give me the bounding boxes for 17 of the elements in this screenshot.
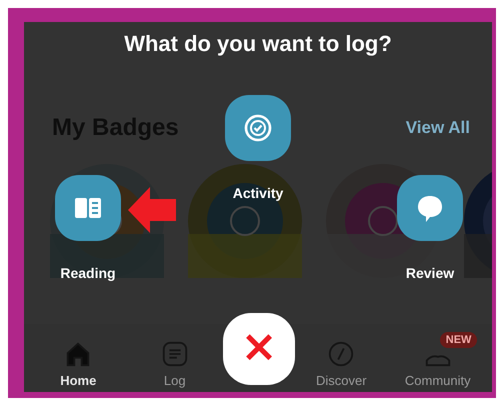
speech-bubble-icon bbox=[415, 193, 445, 223]
close-button[interactable]: × bbox=[223, 313, 295, 385]
reading-option-button[interactable] bbox=[55, 175, 121, 241]
review-option-button[interactable] bbox=[397, 175, 463, 241]
log-icon[interactable] bbox=[160, 340, 189, 368]
reading-label: Reading bbox=[59, 265, 117, 281]
nav-label[interactable]: Home bbox=[60, 373, 96, 388]
activity-label: Activity bbox=[232, 185, 284, 201]
new-badge: NEW bbox=[440, 332, 478, 348]
nav-label[interactable]: Community bbox=[404, 373, 471, 388]
nav-label[interactable]: Discover bbox=[316, 373, 367, 388]
activity-option-button[interactable] bbox=[225, 95, 291, 161]
review-label: Review bbox=[404, 265, 456, 281]
nav-label[interactable]: Log bbox=[164, 373, 186, 388]
view-all-link[interactable]: View All bbox=[406, 118, 470, 138]
check-circle-icon bbox=[243, 113, 273, 143]
dialog-title: What do you want to log? bbox=[123, 31, 393, 57]
